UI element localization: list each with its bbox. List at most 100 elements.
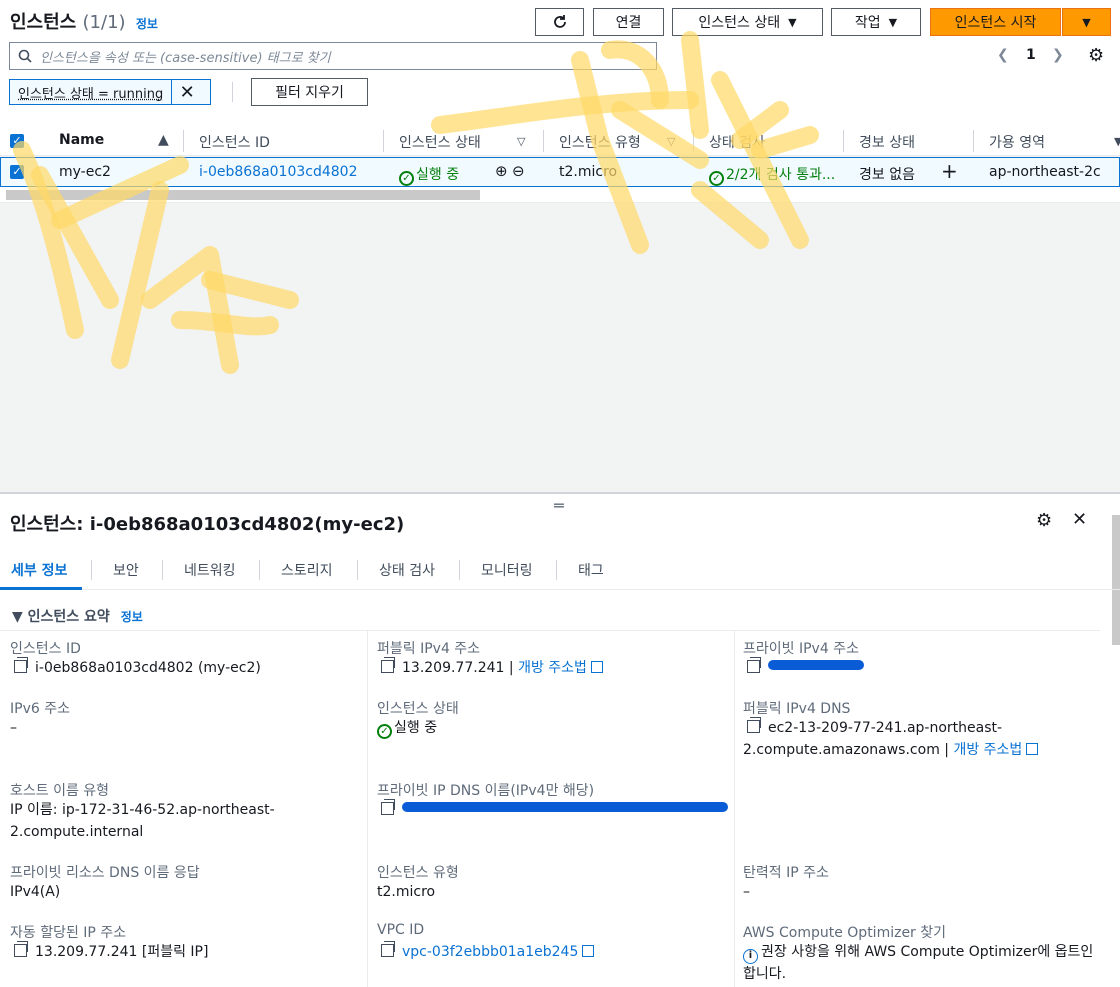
panel-splitter[interactable]	[0, 492, 1120, 494]
sort-caret-icon[interactable]: ▽	[667, 135, 675, 148]
private-ipv4-value	[747, 657, 864, 679]
zoom-in-icon[interactable]: ⊕	[495, 162, 508, 180]
public-dns-label: 퍼블릭 IPv4 DNS	[743, 701, 851, 717]
info-link[interactable]: 정보	[136, 17, 158, 31]
instances-header: 인스턴스 (1/1) 정보 연결 인스턴스 상태 ▼ 작업 ▼ 인스턴스 시작 …	[0, 0, 1120, 44]
ipv6-label: IPv6 주소	[10, 701, 70, 717]
add-alarm-icon[interactable]: +	[941, 159, 958, 183]
instance-id-value: i-0eb868a0103cd4802 (my-ec2)	[14, 657, 261, 679]
active-tab-indicator	[0, 587, 82, 590]
tab-monitoring[interactable]: 모니터링	[481, 560, 533, 580]
tab-tags[interactable]: 태그	[578, 560, 604, 580]
compute-optimizer-label: AWS Compute Optimizer 찾기	[743, 925, 947, 941]
instance-state-label: 인스턴스 상태	[377, 701, 459, 717]
remove-filter-icon[interactable]: ✕	[172, 82, 202, 103]
column-header-status-check[interactable]: 상태 검사	[709, 132, 765, 152]
column-header-type[interactable]: 인스턴스 유형	[559, 132, 641, 152]
column-header-name[interactable]: Name	[59, 132, 104, 148]
copy-icon[interactable]	[747, 657, 761, 673]
open-address-link[interactable]: 개방 주소법	[953, 742, 1022, 758]
success-check-icon: ✓	[399, 171, 414, 186]
preferences-gear-icon[interactable]: ⚙	[1036, 510, 1052, 531]
refresh-button[interactable]	[535, 8, 584, 36]
auto-ip-label: 자동 할당된 IP 주소	[10, 925, 127, 941]
cell-status-check[interactable]: ✓ 2/2개 검사 통과...	[709, 164, 835, 186]
external-link-icon	[582, 945, 595, 957]
cell-alarm: 경보 없음	[859, 167, 915, 183]
launch-dropdown-button[interactable]: ▼	[1062, 8, 1111, 36]
collapse-caret-icon[interactable]: ▼	[12, 609, 23, 625]
public-ipv4-label: 퍼블릭 IPv4 주소	[377, 641, 481, 657]
instance-type-value: t2.micro	[377, 884, 436, 900]
copy-icon[interactable]	[381, 941, 395, 957]
column-header-alarm[interactable]: 경보 상태	[859, 132, 915, 152]
page-number[interactable]: 1	[1026, 47, 1036, 63]
summary-section-header[interactable]: ▼ 인스턴스 요약 정보	[12, 606, 143, 626]
refresh-icon	[553, 15, 566, 28]
table-header: ✓ Name ▲ 인스턴스 ID 인스턴스 상태 ▽ 인스턴스 유형 ▽ 상태 …	[0, 126, 1120, 156]
settings-gear-icon[interactable]: ⚙	[1088, 45, 1104, 66]
sort-caret-icon[interactable]: ▼	[1114, 135, 1120, 148]
cell-state: ✓ 실행 중	[399, 164, 459, 186]
copy-icon[interactable]	[747, 717, 761, 733]
clear-filters-label: 필터 지우기	[275, 85, 344, 101]
instances-panel: 인스턴스 (1/1) 정보 연결 인스턴스 상태 ▼ 작업 ▼ 인스턴스 시작 …	[0, 0, 1120, 492]
compute-optimizer-link-line2[interactable]: 합니다.	[743, 963, 786, 985]
zoom-out-icon[interactable]: ⊖	[512, 162, 525, 180]
select-all-checkbox[interactable]: ✓	[10, 134, 24, 148]
search-input[interactable]: 인스턴스을 속성 또는 (case-sensitive) 태그로 찾기	[9, 42, 657, 70]
external-link-icon	[590, 661, 603, 673]
column-header-az[interactable]: 가용 영역	[989, 132, 1045, 152]
redaction-mark	[768, 660, 864, 670]
private-dns-value	[381, 799, 728, 821]
tab-security[interactable]: 보안	[113, 560, 139, 580]
filter-chip[interactable]: 인스턴스 상태 = running ✕	[9, 79, 211, 105]
scrollbar-thumb[interactable]	[6, 190, 480, 200]
actions-label: 작업	[854, 15, 881, 31]
copy-icon[interactable]	[14, 657, 28, 673]
resize-handle-icon[interactable]: ═	[554, 496, 564, 515]
auto-ip-value: 13.209.77.241 [퍼블릭 IP]	[14, 941, 208, 963]
copy-icon[interactable]	[381, 799, 395, 815]
clear-filters-button[interactable]: 필터 지우기	[251, 78, 368, 106]
copy-icon[interactable]	[381, 657, 395, 673]
sort-caret-icon[interactable]: ▽	[517, 135, 525, 148]
vpc-id-label: VPC ID	[377, 922, 425, 938]
copy-icon[interactable]	[14, 941, 28, 957]
sort-ascending-icon[interactable]: ▲	[158, 132, 169, 148]
instance-count: (1/1)	[82, 12, 126, 33]
tab-storage[interactable]: 스토리지	[281, 560, 333, 580]
close-icon[interactable]: ✕	[1072, 509, 1087, 530]
cell-az: ap-northeast-2c	[989, 164, 1101, 180]
instance-state-button[interactable]: 인스턴스 상태 ▼	[672, 8, 823, 36]
launch-label: 인스턴스 시작	[954, 15, 1037, 31]
tab-status-checks[interactable]: 상태 검사	[379, 560, 435, 580]
table-row[interactable]: ✓ my-ec2 i-0eb868a0103cd4802 ✓ 실행 중 ⊕ ⊖ t…	[0, 157, 1120, 187]
tab-networking[interactable]: 네트워킹	[184, 560, 236, 580]
actions-button[interactable]: 작업 ▼	[831, 8, 921, 36]
next-page-icon[interactable]: ❯	[1052, 47, 1064, 63]
vpc-id-value: vpc-03f2ebbb01a1eb245	[381, 941, 595, 963]
row-checkbox[interactable]: ✓	[10, 165, 24, 179]
tab-details[interactable]: 세부 정보	[11, 560, 67, 580]
horizontal-scrollbar[interactable]	[0, 187, 1120, 203]
vpc-id-link[interactable]: vpc-03f2ebbb01a1eb245	[402, 944, 578, 960]
prev-page-icon[interactable]: ❮	[997, 47, 1009, 63]
connect-button[interactable]: 연결	[593, 8, 664, 36]
open-address-link[interactable]: 개방 주소법	[518, 660, 587, 676]
instance-state-value: ✓ 실행 중	[377, 717, 437, 739]
launch-instance-button[interactable]: 인스턴스 시작	[930, 8, 1061, 36]
cell-instance-id-link[interactable]: i-0eb868a0103cd4802	[199, 164, 358, 180]
instance-id-label: 인스턴스 ID	[10, 641, 81, 657]
divider	[232, 82, 233, 102]
private-ipv4-label: 프라이빗 IPv4 주소	[743, 641, 859, 657]
page-title: 인스턴스 (1/1) 정보	[10, 12, 158, 33]
elastic-ip-label: 탄력적 IP 주소	[743, 865, 829, 881]
compute-optimizer-link-line1[interactable]: i 권장 사항을 위해 AWS Compute Optimizer에 옵트인	[743, 941, 1093, 964]
summary-info-link[interactable]: 정보	[121, 610, 143, 624]
details-tabs: 세부 정보 보안 네트워킹 스토리지 상태 검사 모니터링 태그	[0, 550, 1120, 590]
public-dns-value-line2: 2.compute.amazonaws.com | 개방 주소법	[743, 739, 1039, 761]
column-header-instance-id[interactable]: 인스턴스 ID	[199, 132, 270, 152]
column-header-state[interactable]: 인스턴스 상태	[399, 132, 481, 152]
caret-down-icon: ▼	[1082, 15, 1091, 29]
